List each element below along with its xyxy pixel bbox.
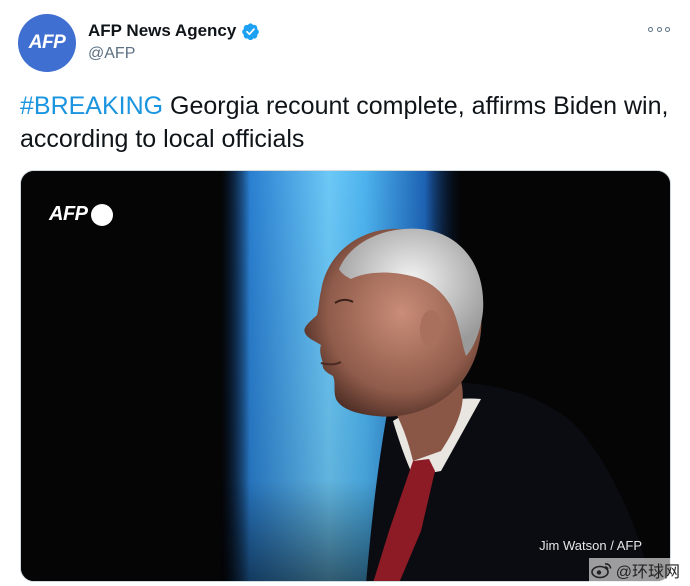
afp-logo-text: AFP bbox=[49, 203, 88, 225]
tweet-card: AFP AFP News Agency @AFP #BREAKING Georg… bbox=[0, 0, 690, 586]
afp-photo-logo: AFP bbox=[49, 203, 113, 226]
display-name[interactable]: AFP News Agency bbox=[88, 21, 236, 41]
weibo-icon bbox=[590, 563, 612, 579]
avatar[interactable]: AFP bbox=[18, 14, 76, 72]
account-handle[interactable]: @AFP bbox=[88, 45, 135, 63]
watermark-text: @环球网 bbox=[615, 564, 680, 581]
account-name-row: AFP News Agency bbox=[88, 21, 260, 41]
verified-badge-icon bbox=[242, 22, 260, 40]
more-options-icon[interactable] bbox=[648, 22, 670, 36]
afp-logo-dot bbox=[90, 203, 113, 226]
tweet-photo[interactable]: AFP Jim Watson / AFP bbox=[20, 170, 671, 582]
photo-illustration bbox=[21, 171, 670, 581]
tweet-text: #BREAKING Georgia recount complete, affi… bbox=[20, 90, 670, 156]
watermark: @环球网 bbox=[588, 558, 682, 582]
hashtag-link[interactable]: #BREAKING bbox=[20, 92, 163, 120]
photo-credit: Jim Watson / AFP bbox=[539, 538, 642, 553]
avatar-text: AFP bbox=[28, 32, 66, 53]
